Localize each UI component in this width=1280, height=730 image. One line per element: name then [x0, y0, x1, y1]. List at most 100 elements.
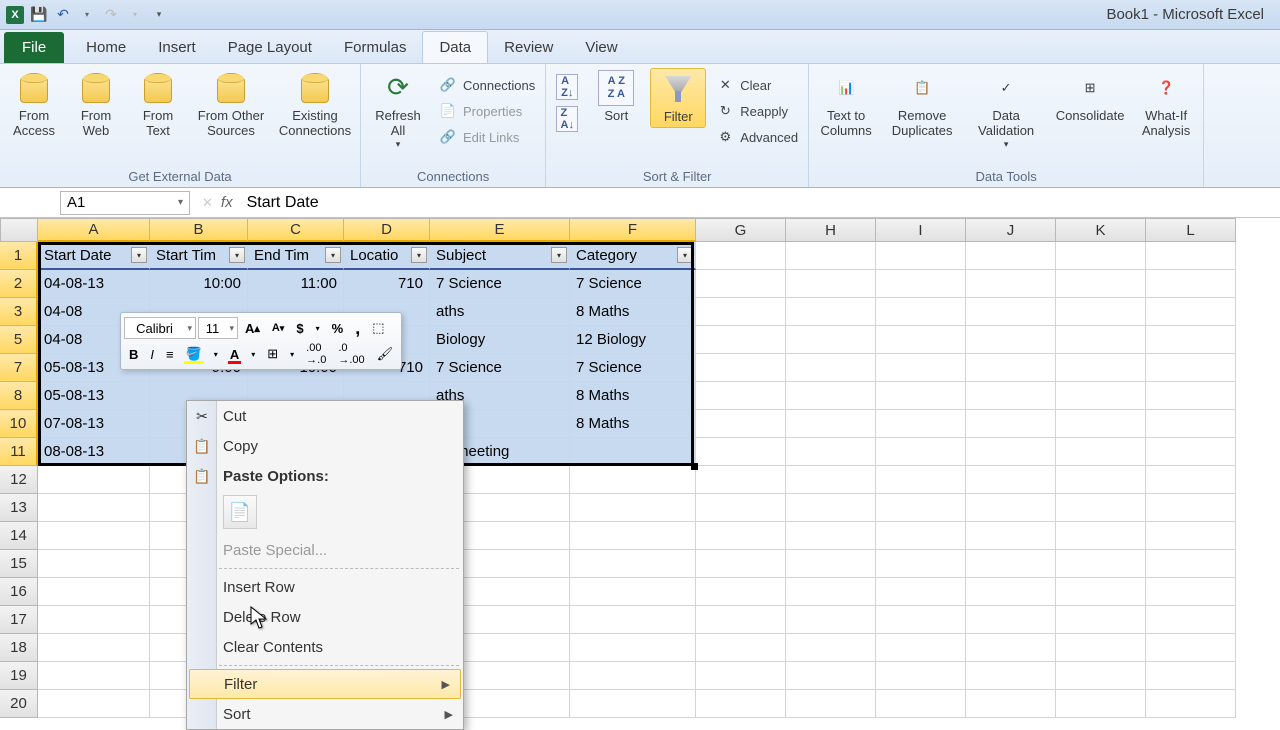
cell[interactable] — [786, 522, 876, 550]
cell[interactable] — [876, 690, 966, 718]
cell[interactable] — [1146, 466, 1236, 494]
undo-icon[interactable]: ↶ — [52, 4, 74, 26]
shrink-font-icon[interactable]: A▾ — [267, 316, 290, 340]
row-header[interactable]: 12 — [0, 466, 38, 494]
excel-app-icon[interactable]: X — [4, 4, 26, 26]
cell[interactable] — [876, 242, 966, 270]
clear-filter-button[interactable]: ✕Clear — [712, 74, 802, 96]
row-header[interactable]: 8 — [0, 382, 38, 410]
consolidate-button[interactable]: ⊞Consolidate — [1051, 68, 1129, 126]
cell[interactable] — [876, 522, 966, 550]
cell[interactable] — [1056, 606, 1146, 634]
context-copy[interactable]: 📋Copy — [187, 431, 463, 461]
row-header[interactable]: 3 — [0, 298, 38, 326]
cell[interactable] — [966, 326, 1056, 354]
cell[interactable] — [1056, 690, 1146, 718]
from-web-button[interactable]: From Web — [68, 68, 124, 141]
cell[interactable] — [876, 466, 966, 494]
cell[interactable] — [38, 634, 150, 662]
cell[interactable] — [570, 606, 696, 634]
grow-font-icon[interactable]: A▴ — [240, 316, 265, 340]
from-access-button[interactable]: From Access — [6, 68, 62, 141]
cell[interactable] — [966, 382, 1056, 410]
cell[interactable] — [696, 606, 786, 634]
cell[interactable] — [696, 466, 786, 494]
cell[interactable] — [1056, 634, 1146, 662]
cell[interactable] — [966, 550, 1056, 578]
cell[interactable] — [696, 410, 786, 438]
fill-color-icon[interactable]: 🪣 — [181, 342, 207, 366]
font-color-dropdown-icon[interactable]: ▾ — [246, 342, 260, 366]
cell[interactable] — [1146, 662, 1236, 690]
name-box[interactable]: A1 — [60, 191, 190, 215]
cell[interactable] — [1146, 578, 1236, 606]
whatif-button[interactable]: ❓What-If Analysis — [1135, 68, 1197, 141]
cell[interactable] — [1146, 298, 1236, 326]
cell[interactable] — [696, 522, 786, 550]
column-header-l[interactable]: L — [1146, 218, 1236, 242]
column-header-b[interactable]: B — [150, 218, 248, 242]
cell[interactable] — [786, 382, 876, 410]
mini-size-combo[interactable]: 11 — [198, 317, 238, 339]
align-center-icon[interactable]: ≡ — [161, 342, 179, 366]
cell[interactable] — [966, 270, 1056, 298]
cell[interactable] — [696, 270, 786, 298]
context-filter[interactable]: Filter▶ — [189, 669, 461, 699]
increase-decimal-icon[interactable]: .00→.0 — [301, 342, 331, 366]
cell[interactable] — [1056, 662, 1146, 690]
sort-az-button[interactable]: AZ↓ — [552, 72, 582, 102]
cell[interactable] — [1146, 494, 1236, 522]
cell[interactable] — [696, 326, 786, 354]
cell[interactable] — [786, 578, 876, 606]
cell[interactable] — [966, 466, 1056, 494]
column-header-h[interactable]: H — [786, 218, 876, 242]
cell[interactable] — [38, 662, 150, 690]
cell[interactable]: 7 Science — [430, 270, 570, 298]
filter-dropdown-icon[interactable]: ▾ — [411, 247, 427, 263]
tab-home[interactable]: Home — [70, 32, 142, 63]
cell[interactable] — [570, 550, 696, 578]
dropdown-currency-icon[interactable]: ▾ — [311, 316, 325, 340]
cell[interactable] — [1146, 354, 1236, 382]
undo-dropdown-icon[interactable]: ▾ — [76, 4, 98, 26]
cell[interactable] — [696, 662, 786, 690]
context-insert-row[interactable]: Insert Row — [187, 572, 463, 602]
connections-button[interactable]: 🔗Connections — [435, 74, 539, 96]
context-delete-row[interactable]: Delete Row — [187, 602, 463, 632]
cell[interactable] — [696, 578, 786, 606]
tab-view[interactable]: View — [569, 32, 633, 63]
cell[interactable] — [1056, 550, 1146, 578]
cell[interactable] — [966, 662, 1056, 690]
cell[interactable]: 11:00 — [248, 270, 344, 298]
row-header[interactable]: 17 — [0, 606, 38, 634]
cell[interactable] — [696, 550, 786, 578]
cell[interactable]: 04-08-13 — [38, 270, 150, 298]
cell[interactable] — [570, 522, 696, 550]
column-header-g[interactable]: G — [696, 218, 786, 242]
data-validation-button[interactable]: ✓Data Validation▾ — [967, 68, 1045, 151]
row-header[interactable]: 13 — [0, 494, 38, 522]
cell[interactable] — [38, 606, 150, 634]
cell[interactable] — [786, 270, 876, 298]
cell[interactable]: 8 Maths — [570, 382, 696, 410]
cell[interactable] — [876, 382, 966, 410]
cell[interactable]: 07-08-13 — [38, 410, 150, 438]
cell[interactable] — [1146, 690, 1236, 718]
cell[interactable] — [1056, 522, 1146, 550]
cell[interactable] — [38, 550, 150, 578]
fx-icon[interactable]: fx — [221, 194, 233, 211]
cell[interactable] — [966, 578, 1056, 606]
select-all-corner[interactable] — [0, 218, 38, 242]
cell[interactable] — [876, 662, 966, 690]
cell[interactable] — [38, 494, 150, 522]
cell[interactable] — [876, 410, 966, 438]
column-header-i[interactable]: I — [876, 218, 966, 242]
cell[interactable] — [876, 634, 966, 662]
row-header[interactable]: 11 — [0, 438, 38, 466]
cell[interactable] — [38, 690, 150, 718]
cell[interactable] — [1056, 466, 1146, 494]
borders-dropdown-icon[interactable]: ▾ — [285, 342, 299, 366]
remove-duplicates-button[interactable]: 📋Remove Duplicates — [883, 68, 961, 141]
cell[interactable] — [1146, 242, 1236, 270]
decrease-decimal-icon[interactable]: .0→.00 — [333, 342, 369, 366]
